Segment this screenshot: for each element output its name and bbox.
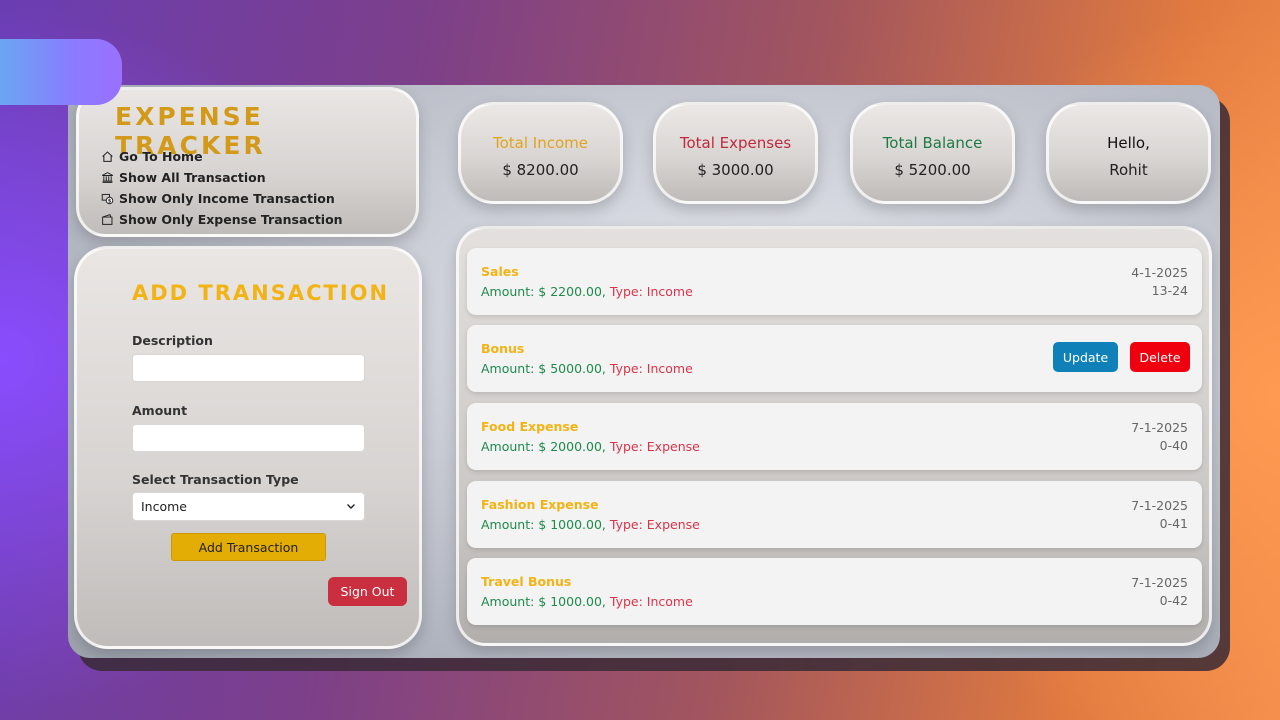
transaction-datetime: 4-1-2025 13-24 [1131,264,1188,300]
total-income-card: Total Income $ 8200.00 [458,102,623,204]
transaction-date: 4-1-2025 [1131,265,1188,280]
total-expenses-value: $ 3000.00 [697,161,774,179]
nav-item-income-transactions[interactable]: $ Show Only Income Transaction [99,188,343,209]
decorative-tab [0,39,122,105]
transaction-info: Amount: $ 2200.00, Type: Income [481,284,693,299]
selected-type: Income [141,499,187,514]
transaction-type: Type: Income [609,361,693,376]
transaction-type: Type: Income [609,284,693,299]
total-income-value: $ 8200.00 [502,161,579,179]
transaction-type: Type: Expense [609,439,700,454]
transaction-amount: Amount: $ 1000.00, [481,594,606,609]
transaction-item[interactable]: Food Expense Amount: $ 2000.00, Type: Ex… [467,403,1202,470]
nav-item-all-transactions[interactable]: Show All Transaction [99,167,343,188]
transaction-time: 0-40 [1159,438,1188,453]
transaction-info: Amount: $ 2000.00, Type: Expense [481,439,700,454]
nav-label: Show All Transaction [119,170,266,185]
transaction-info: Amount: $ 1000.00, Type: Income [481,594,693,609]
user-name: Rohit [1109,161,1148,179]
greeting-card: Hello, Rohit [1046,102,1211,204]
transaction-amount: Amount: $ 1000.00, [481,517,606,532]
transaction-amount: Amount: $ 2000.00, [481,439,606,454]
total-balance-label: Total Balance [882,134,983,152]
form-title: ADD TRANSACTION [132,281,390,305]
transaction-time: 13-24 [1151,283,1188,298]
transaction-amount: Amount: $ 5000.00, [481,361,606,376]
transaction-item[interactable]: Bonus Amount: $ 5000.00, Type: Income Up… [467,325,1202,392]
sign-out-button[interactable]: Sign Out [328,577,407,606]
transaction-list: Sales Amount: $ 2200.00, Type: Income 4-… [456,226,1212,646]
transaction-date: 7-1-2025 [1131,498,1188,513]
transaction-type: Type: Income [609,594,693,609]
delete-button[interactable]: Delete [1130,342,1190,372]
transaction-item[interactable]: Travel Bonus Amount: $ 1000.00, Type: In… [467,558,1202,625]
app-window: EXPENSE TRACKER Go To Home Show All Tran… [68,85,1220,658]
transaction-name: Fashion Expense [481,497,599,512]
update-button[interactable]: Update [1053,342,1118,372]
description-input[interactable] [132,354,365,382]
transaction-item[interactable]: Sales Amount: $ 2200.00, Type: Income 4-… [467,248,1202,315]
transaction-date: 7-1-2025 [1131,420,1188,435]
total-income-label: Total Income [493,134,588,152]
nav-item-home[interactable]: Go To Home [99,146,343,167]
transaction-item[interactable]: Fashion Expense Amount: $ 1000.00, Type:… [467,481,1202,548]
total-balance-value: $ 5200.00 [894,161,971,179]
chevron-down-icon [346,499,356,514]
amount-label: Amount [132,403,188,418]
description-label: Description [132,333,213,348]
money-icon: $ [99,192,115,206]
nav-label: Show Only Income Transaction [119,191,335,206]
total-expenses-label: Total Expenses [679,134,792,152]
transaction-name: Food Expense [481,419,579,434]
wallet-icon [99,213,115,227]
transaction-info: Amount: $ 5000.00, Type: Income [481,361,693,376]
transaction-datetime: 7-1-2025 0-41 [1131,497,1188,533]
home-icon [99,150,115,164]
transaction-name: Sales [481,264,519,279]
transaction-type-select[interactable]: Income [132,492,365,521]
total-expenses-card: Total Expenses $ 3000.00 [653,102,818,204]
add-transaction-panel: ADD TRANSACTION Description Amount Selec… [74,246,422,649]
total-balance-card: Total Balance $ 5200.00 [850,102,1015,204]
transaction-name: Bonus [481,341,525,356]
transaction-info: Amount: $ 1000.00, Type: Expense [481,517,700,532]
bank-icon [99,171,115,185]
nav-panel: EXPENSE TRACKER Go To Home Show All Tran… [76,87,419,237]
transaction-name: Travel Bonus [481,574,572,589]
transaction-time: 0-41 [1159,516,1188,531]
nav-label: Show Only Expense Transaction [119,212,343,227]
greeting-text: Hello, [1107,134,1150,152]
transaction-date: 7-1-2025 [1131,575,1188,590]
transaction-type-label: Select Transaction Type [132,472,299,487]
transaction-time: 0-42 [1159,593,1188,608]
transaction-datetime: 7-1-2025 0-40 [1131,419,1188,455]
nav-label: Go To Home [119,149,203,164]
amount-input[interactable] [132,424,365,452]
transaction-type: Type: Expense [609,517,700,532]
transaction-amount: Amount: $ 2200.00, [481,284,606,299]
transaction-datetime: 7-1-2025 0-42 [1131,574,1188,610]
add-transaction-button[interactable]: Add Transaction [171,533,326,561]
nav-menu: Go To Home Show All Transaction $ Show O… [99,146,343,230]
nav-item-expense-transactions[interactable]: Show Only Expense Transaction [99,209,343,230]
